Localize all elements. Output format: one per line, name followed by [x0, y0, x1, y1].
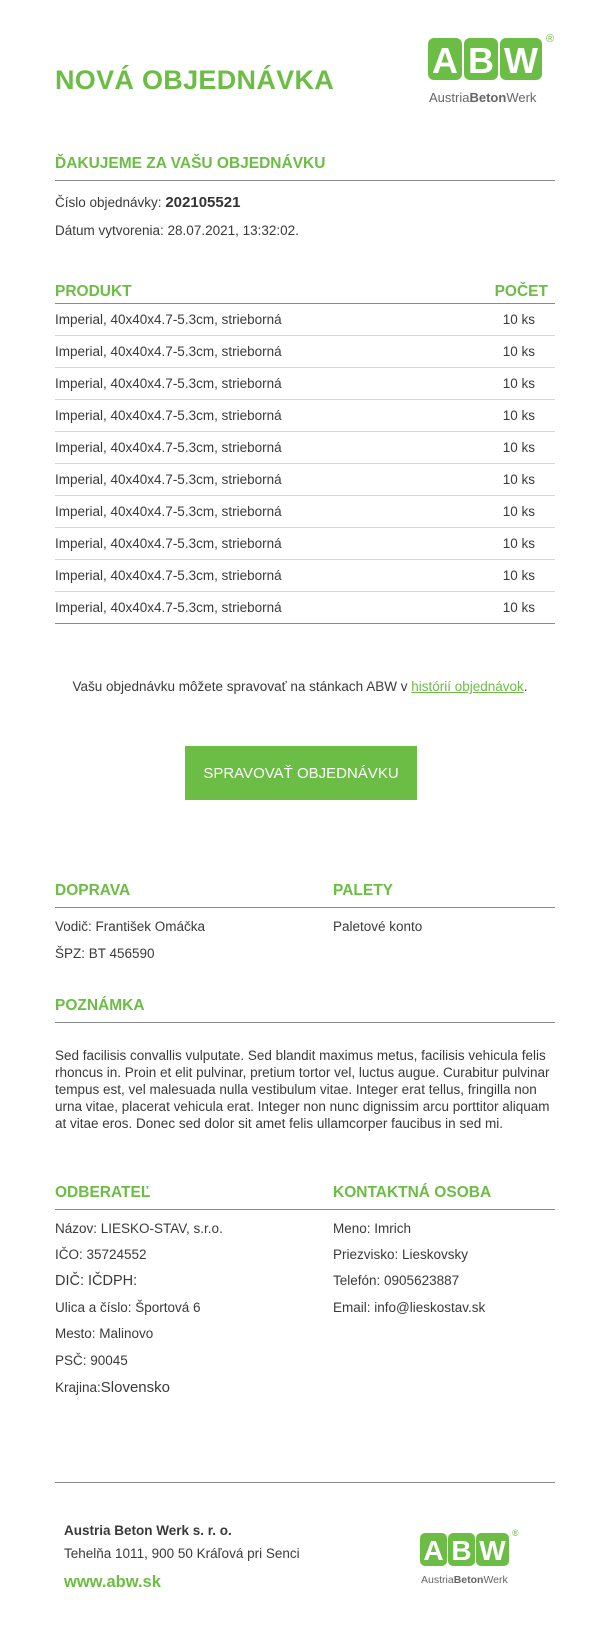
logo-subtitle: AustriaBetonWerk [429, 90, 537, 105]
footer-website-link[interactable]: www.abw.sk [64, 1573, 161, 1592]
contact-email: Email: info@lieskostav.sk [333, 1300, 486, 1315]
footer-address: Tehelňa 1011, 900 50 Kráľová pri Senci [64, 1546, 300, 1561]
footer-logo-letter-a: A [423, 1535, 443, 1566]
footer-logo-subtitle: AustriaBetonWerk [421, 1574, 508, 1586]
product-row: Imperial, 40x40x4.7-5.3cm, strieborná 10 … [55, 304, 555, 336]
customer-country-line: Krajina:Slovensko [55, 1379, 170, 1396]
note-heading: POZNÁMKA [55, 997, 145, 1014]
contact-last-name: Priezvisko: Lieskovsky [333, 1247, 469, 1262]
product-quantity: 10 ks [502, 440, 535, 455]
product-name: Imperial, 40x40x4.7-5.3cm, strieborná [55, 504, 282, 519]
product-name: Imperial, 40x40x4.7-5.3cm, strieborná [55, 408, 282, 423]
product-quantity: 10 ks [502, 312, 535, 327]
created-date: Dátum vytvorenia: 28.07.2021, 13:32:02. [55, 223, 299, 238]
product-quantity: 10 ks [502, 568, 535, 583]
product-row: Imperial, 40x40x4.7-5.3cm, strieborná 10 … [55, 528, 555, 560]
product-name: Imperial, 40x40x4.7-5.3cm, strieborná [55, 600, 282, 615]
manage-order-text: Vašu objednávku môžete spravovať na stán… [0, 679, 600, 694]
customer-zip: PSČ: 90045 [55, 1353, 128, 1368]
footer-divider [55, 1482, 555, 1483]
order-number-label: Číslo objednávky: [55, 195, 162, 210]
logo-letter-w: W [504, 40, 538, 81]
product-row: Imperial, 40x40x4.7-5.3cm, strieborná 10 … [55, 592, 555, 624]
driver: Vodič: František Omáčka [55, 919, 206, 934]
product-row: Imperial, 40x40x4.7-5.3cm, strieborná 10 … [55, 496, 555, 528]
logo-letter-a: A [432, 40, 458, 81]
customer-dic: DIČ: IČDPH: [55, 1273, 138, 1289]
divider [55, 180, 555, 181]
footer-abw-logo[interactable]: A B W ® AustriaBetonWerk [420, 1527, 530, 1589]
product-quantity: 10 ks [502, 600, 535, 615]
customer-name: Názov: LIESKO-STAV, s.r.o. [55, 1221, 223, 1236]
count-column-header: POČET [494, 283, 548, 300]
product-row: Imperial, 40x40x4.7-5.3cm, strieborná 10 … [55, 400, 555, 432]
customer-country-label: Krajina: [55, 1380, 101, 1395]
product-row: Imperial, 40x40x4.7-5.3cm, strieborná 10 … [55, 464, 555, 496]
product-quantity: 10 ks [502, 408, 535, 423]
product-name: Imperial, 40x40x4.7-5.3cm, strieborná [55, 568, 282, 583]
customer-city: Mesto: Malinovo [55, 1326, 154, 1341]
product-quantity: 10 ks [502, 472, 535, 487]
order-history-link[interactable]: histórií objednávok [411, 679, 524, 694]
abw-logo[interactable]: A B W ® AustriaBetonWerk [428, 30, 568, 110]
logo-letter-b: B [468, 40, 494, 81]
contact-phone: Telefón: 0905623887 [333, 1273, 460, 1288]
transport-heading: DOPRAVA [55, 882, 131, 899]
thanks-heading: ĎAKUJEME ZA VAŠU OBJEDNÁVKU [55, 155, 326, 172]
product-column-header: PRODUKT [55, 283, 132, 300]
product-name: Imperial, 40x40x4.7-5.3cm, strieborná [55, 536, 282, 551]
divider [55, 1209, 555, 1210]
contact-first-name: Meno: Imrich [333, 1221, 412, 1236]
product-row: Imperial, 40x40x4.7-5.3cm, strieborná 10 … [55, 368, 555, 400]
divider [55, 907, 555, 908]
customer-country: Slovensko [100, 1379, 170, 1396]
customer-ico: IČO: 35724552 [55, 1247, 147, 1262]
manage-text-before: Vašu objednávku môžete spravovať na stán… [72, 679, 412, 694]
manage-order-button[interactable]: SPRAVOVAŤ OBJEDNÁVKU [185, 746, 417, 800]
footer-registered-mark: ® [512, 1528, 519, 1538]
footer-logo-letter-w: W [479, 1535, 506, 1566]
contact-heading: KONTAKTNÁ OSOBA [333, 1184, 492, 1201]
product-quantity: 10 ks [502, 376, 535, 391]
pallets-heading: PALETY [333, 882, 393, 899]
note-text: Sed facilisis convallis vulputate. Sed b… [55, 1048, 550, 1131]
license-plate: ŠPZ: BT 456590 [55, 946, 155, 961]
product-row: Imperial, 40x40x4.7-5.3cm, strieborná 10 … [55, 560, 555, 592]
product-name: Imperial, 40x40x4.7-5.3cm, strieborná [55, 472, 282, 487]
order-number: 202105521 [165, 194, 241, 211]
footer-logo-letter-b: B [451, 1535, 471, 1566]
product-name: Imperial, 40x40x4.7-5.3cm, strieborná [55, 344, 282, 359]
product-name: Imperial, 40x40x4.7-5.3cm, strieborná [55, 312, 282, 327]
product-name: Imperial, 40x40x4.7-5.3cm, strieborná [55, 440, 282, 455]
product-quantity: 10 ks [502, 344, 535, 359]
customer-heading: ODBERATEĽ [55, 1184, 151, 1201]
product-name: Imperial, 40x40x4.7-5.3cm, strieborná [55, 376, 282, 391]
footer-company: Austria Beton Werk s. r. o. [64, 1523, 232, 1538]
product-quantity: 10 ks [502, 504, 535, 519]
divider [55, 1022, 555, 1023]
manage-text-after: . [523, 679, 528, 694]
product-row: Imperial, 40x40x4.7-5.3cm, strieborná 10 … [55, 336, 555, 368]
product-row: Imperial, 40x40x4.7-5.3cm, strieborná 10 … [55, 432, 555, 464]
registered-mark: ® [546, 33, 554, 45]
product-quantity: 10 ks [502, 536, 535, 551]
pallet-account: Paletové konto [333, 919, 423, 934]
customer-street: Ulica a číslo: Športová 6 [55, 1300, 201, 1315]
order-number-line: Číslo objednávky: 202105521 [55, 194, 240, 211]
page-title: NOVÁ OBJEDNÁVKA [55, 65, 335, 95]
